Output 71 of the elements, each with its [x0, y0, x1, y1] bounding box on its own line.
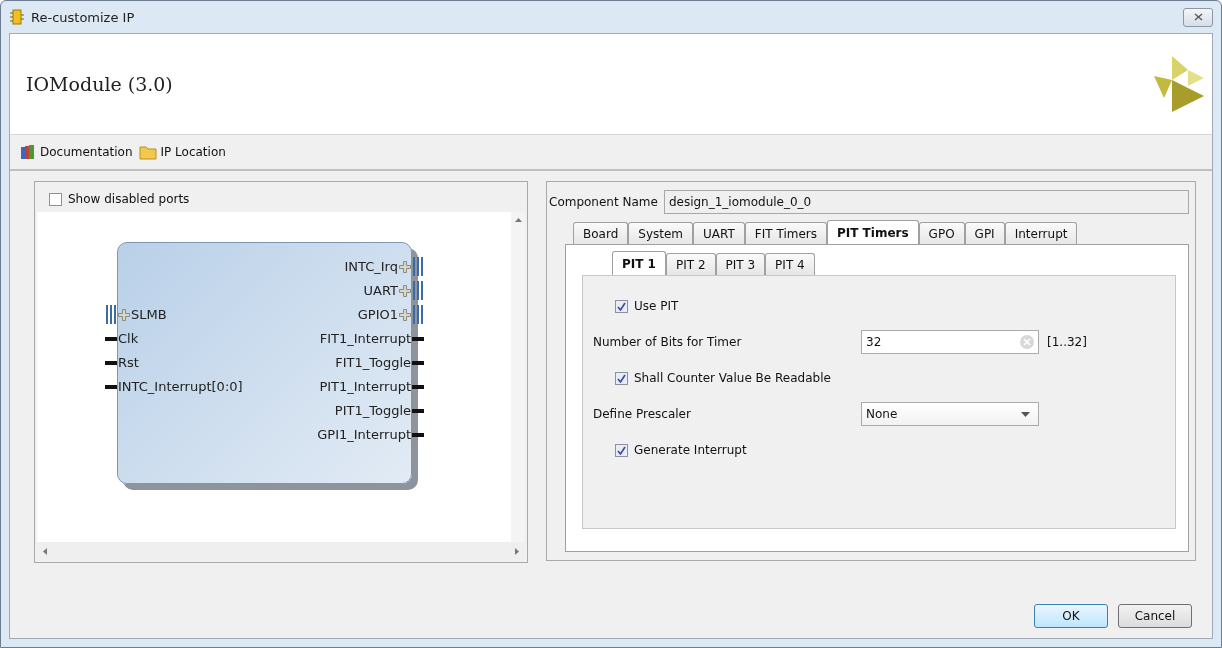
vertical-scrollbar[interactable] — [511, 212, 525, 542]
bus-port-icon — [413, 281, 423, 300]
wire-port-icon — [412, 408, 424, 413]
wire-port-icon — [412, 432, 424, 437]
ip-location-button[interactable]: IP Location — [138, 144, 226, 160]
tab[interactable]: System — [628, 222, 694, 244]
bus-port-icon — [106, 305, 116, 324]
wire-port-icon — [105, 384, 117, 389]
plus-icon — [118, 308, 130, 321]
tab[interactable]: UART — [693, 222, 745, 244]
tab[interactable]: PIT 3 — [715, 253, 766, 275]
books-icon — [20, 144, 36, 160]
wire-port-icon — [412, 384, 424, 389]
port-label: PIT1_Interrupt — [319, 379, 411, 394]
tab[interactable]: PIT Timers — [826, 220, 919, 244]
option-checkbox[interactable]: Use PIT — [615, 299, 679, 313]
plus-icon — [399, 284, 411, 297]
close-button[interactable] — [1183, 7, 1213, 27]
ok-button[interactable]: OK — [1034, 604, 1108, 628]
port-label: Rst — [118, 355, 139, 370]
component-name-label: Component Name — [549, 195, 658, 209]
tab[interactable]: PIT 2 — [666, 253, 716, 275]
cancel-button[interactable]: Cancel — [1118, 604, 1192, 628]
port-label: GPIO1 — [357, 307, 398, 322]
port-label: INTC_Irq — [344, 259, 398, 274]
port-label: FIT1_Toggle — [335, 355, 411, 370]
logo-icon — [1154, 56, 1204, 112]
dropdown-arrow-icon — [1021, 411, 1030, 417]
wire-port-icon — [412, 360, 424, 365]
port-label: GPI1_Interrupt — [317, 427, 411, 442]
documentation-button[interactable]: Documentation — [20, 144, 133, 160]
window-title: Re-customize IP — [31, 9, 135, 25]
wire-port-icon — [412, 336, 424, 341]
checkbox[interactable] — [49, 192, 62, 206]
prescaler-dropdown[interactable]: None — [861, 402, 1039, 426]
port-label: SLMB — [131, 307, 167, 322]
bus-port-icon — [413, 305, 423, 324]
component-name-field[interactable]: design_1_iomodule_0_0 — [663, 190, 1189, 214]
checkbox[interactable] — [615, 371, 628, 385]
tab[interactable]: GPI — [964, 222, 1005, 244]
wire-port-icon — [105, 336, 117, 341]
range-hint: [1..32] — [1047, 335, 1087, 349]
field-label: Number of Bits for Timer — [593, 335, 743, 349]
close-icon — [1193, 13, 1203, 21]
option-checkbox[interactable]: Generate Interrupt — [615, 443, 747, 457]
port-label: Clk — [118, 331, 139, 346]
tab[interactable]: Interrupt — [1004, 222, 1078, 244]
checkbox[interactable] — [615, 299, 628, 313]
port-label: INTC_Interrupt[0:0] — [118, 379, 243, 394]
scroll-right-icon[interactable] — [515, 547, 519, 555]
checkbox[interactable] — [615, 443, 628, 457]
port-label: FIT1_Interrupt — [319, 331, 411, 346]
tab[interactable]: GPO — [918, 222, 965, 244]
tab[interactable]: PIT 4 — [765, 253, 815, 275]
option-checkbox[interactable]: Shall Counter Value Be Readable — [615, 371, 831, 385]
tab[interactable]: PIT 1 — [612, 251, 666, 275]
bus-port-icon — [413, 257, 423, 276]
ip-title: IOModule (3.0) — [26, 73, 173, 95]
tab[interactable]: Board — [573, 222, 629, 244]
chip-icon — [9, 9, 25, 25]
scroll-left-icon[interactable] — [43, 547, 47, 555]
bits-input-field[interactable]: 32 — [861, 330, 1039, 354]
wire-port-icon — [105, 360, 117, 365]
plus-icon — [399, 308, 411, 321]
field-label: Define Prescaler — [593, 407, 692, 421]
port-label: PIT1_Toggle — [334, 403, 411, 418]
port-label: UART — [363, 283, 398, 298]
tab[interactable]: FIT Timers — [744, 222, 827, 244]
folder-icon — [138, 144, 157, 160]
scroll-up-icon[interactable] — [514, 218, 522, 222]
plus-icon — [399, 260, 411, 273]
